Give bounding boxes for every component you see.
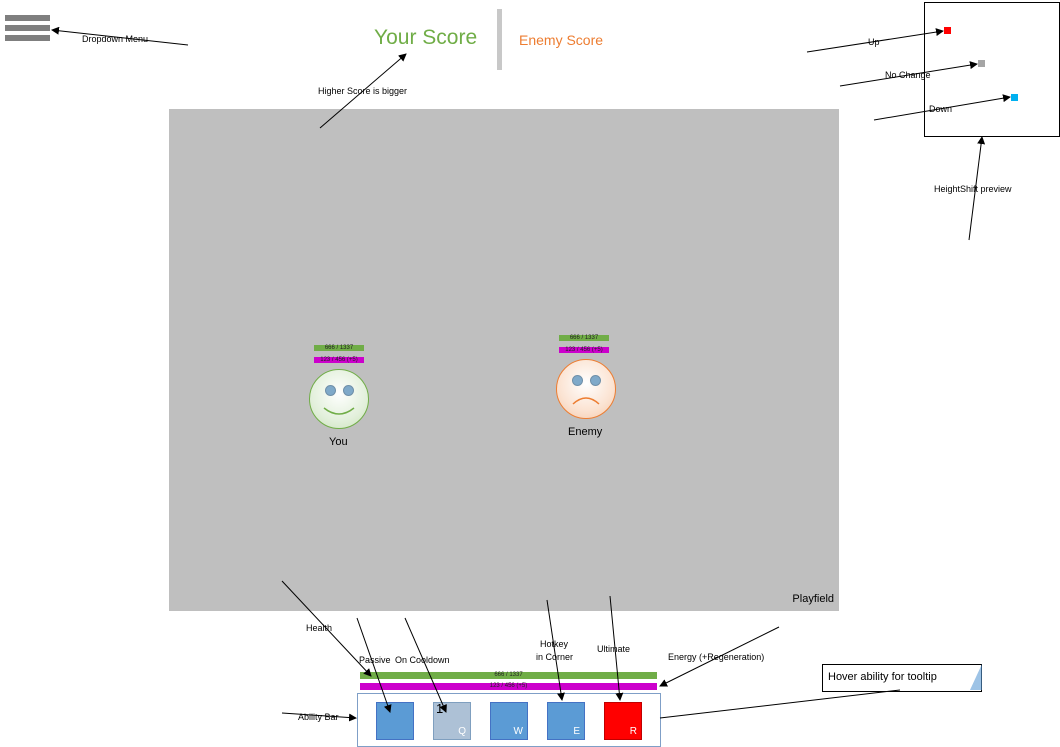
annotation-hotkey-line1: Hotkey	[540, 639, 569, 649]
annotation-hotkey-line2: in Corner	[536, 652, 574, 662]
annotation-health: Health	[306, 623, 333, 633]
ability-hotkey-label: E	[573, 726, 580, 737]
ability-e-button[interactable]: E	[547, 702, 585, 740]
annotation-on-cooldown: On Cooldown	[395, 655, 450, 665]
enemy-sad-face-icon[interactable]	[556, 359, 616, 419]
score-divider	[497, 9, 502, 70]
ability-hotkey-label: R	[629, 726, 637, 737]
player-smiley-icon[interactable]	[309, 369, 369, 429]
annotation-no-change: No Change	[885, 70, 931, 80]
menu-bar-icon	[5, 25, 50, 31]
annotation-dropdown-menu: Dropdown Menu	[82, 34, 149, 44]
enemy-score: Enemy Score	[519, 32, 604, 48]
ability-hotkey-label: W	[513, 726, 523, 737]
player-name-label: You	[329, 436, 348, 448]
playfield[interactable]: Playfield	[169, 109, 839, 611]
ability-q-button[interactable]: 1 Q	[433, 701, 471, 740]
annotation-down: Down	[929, 104, 953, 114]
hud-health-bar: 666 / 1337	[360, 672, 657, 679]
menu-bar-icon	[5, 35, 50, 41]
enemy-health-bar: 666 / 1337	[559, 335, 609, 341]
heightshift-preview	[924, 2, 1060, 137]
ability-passive-button[interactable]	[376, 702, 414, 740]
ability-tooltip: Hover ability for tooltip	[822, 664, 982, 692]
playfield-label: Playfield	[792, 593, 834, 605]
heightshift-nochange-marker	[978, 60, 985, 67]
annotation-higher-score: Higher Score is bigger	[318, 86, 408, 96]
hud-energy-bar: 123 / 456 (+5)	[360, 683, 657, 690]
annotation-energy: Energy (+Regeneration)	[668, 652, 765, 662]
ability-bar: 1 Q W E R	[357, 693, 661, 747]
player-health-bar: 666 / 1337	[314, 345, 364, 351]
dropdown-menu-button[interactable]	[5, 15, 50, 47]
annotation-up: Up	[868, 37, 880, 47]
ability-ultimate-button[interactable]: R	[604, 702, 642, 740]
heightshift-up-marker	[944, 27, 951, 34]
annotation-heightshift-preview: HeightShift preview	[934, 184, 1012, 194]
ability-w-button[interactable]: W	[490, 702, 528, 740]
annotation-ultimate: Ultimate	[597, 644, 631, 654]
enemy-name-label: Enemy	[568, 426, 603, 438]
heightshift-down-marker	[1011, 94, 1018, 101]
enemy-energy-bar: 123 / 456 (+5)	[559, 347, 609, 353]
cooldown-counter: 1	[436, 701, 444, 716]
menu-bar-icon	[5, 15, 50, 21]
annotation-ability-bar: Ability Bar	[298, 712, 339, 722]
your-score: Your Score	[374, 26, 478, 49]
player-energy-bar: 123 / 456 (+5)	[314, 357, 364, 363]
annotation-passive: Passive	[359, 655, 391, 665]
ability-hotkey-label: Q	[458, 726, 466, 737]
tooltip-text: Hover ability for tooltip	[828, 671, 937, 683]
